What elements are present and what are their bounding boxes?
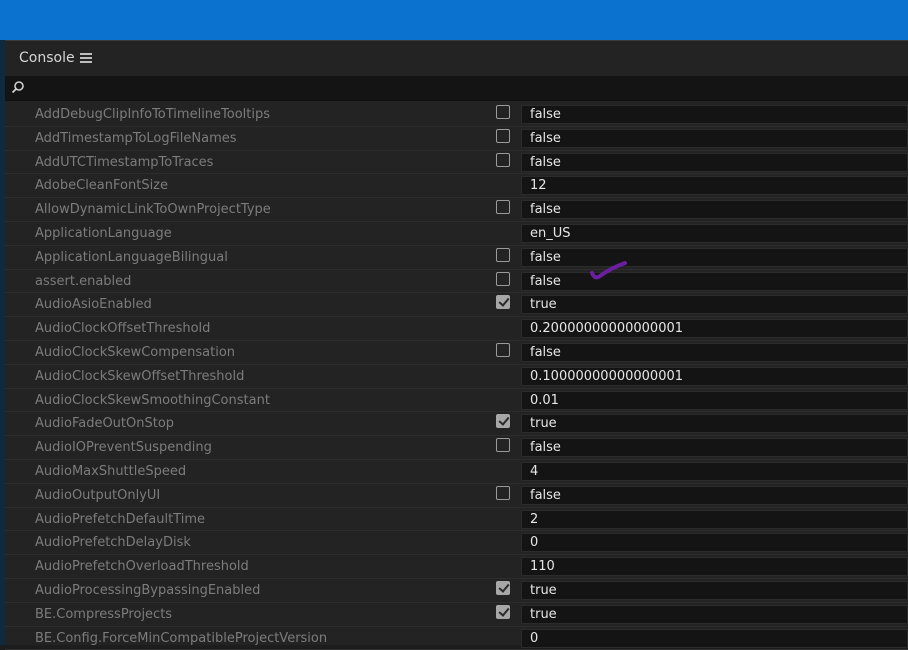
panel-title: Console: [19, 50, 75, 66]
property-row: AudioPrefetchDelayDisk 0: [5, 531, 908, 556]
property-name: AddTimestampToLogFileNames: [35, 130, 237, 146]
property-value-field[interactable]: true: [521, 580, 908, 600]
property-name: AudioClockOffsetThreshold: [35, 321, 211, 337]
property-checkbox[interactable]: [496, 604, 510, 619]
property-name: AddDebugClipInfoToTimelineTooltips: [35, 107, 271, 122]
filter-input[interactable]: [29, 78, 903, 100]
property-row: AudioAsioEnabled true: [5, 293, 908, 318]
property-value-field[interactable]: 12: [521, 176, 908, 196]
property-name: AddUTCTimestampToTraces: [35, 154, 214, 170]
property-value-field[interactable]: false: [521, 152, 908, 172]
property-value-field[interactable]: 0: [521, 533, 908, 553]
property-value-field[interactable]: true: [521, 414, 908, 434]
panel-menu-icon[interactable]: [80, 51, 92, 65]
property-row: AudioPrefetchOverloadThreshold 110: [5, 555, 908, 579]
property-row: ApplicationLanguage en_US: [5, 222, 908, 246]
property-value-field[interactable]: false: [521, 438, 908, 458]
property-name: AudioOutputOnlyUI: [35, 487, 161, 503]
property-value-field[interactable]: 4: [521, 461, 908, 481]
property-name: AudioProcessingBypassingEnabled: [35, 582, 261, 598]
property-row: AddTimestampToLogFileNames false: [5, 127, 908, 151]
property-list: AddDebugClipInfoToTimelineTooltips false A…: [5, 103, 908, 650]
property-value-field[interactable]: false: [521, 271, 908, 291]
property-value-field[interactable]: 0.10000000000000001: [521, 366, 908, 386]
property-row: BE.CompressProjects true: [5, 603, 908, 627]
property-name: assert.enabled: [35, 273, 132, 289]
property-name: AudioClockSkewSmoothingConstant: [35, 392, 270, 408]
property-row: AudioProcessingBypassingEnabled true: [5, 579, 908, 603]
property-value-field[interactable]: 2: [521, 509, 908, 529]
property-row: AddUTCTimestampToTraces false: [5, 151, 908, 175]
property-name: BE.CompressProjects: [35, 606, 173, 622]
property-row: AudioClockSkewOffsetThreshold 0.100000000…: [5, 365, 908, 389]
property-checkbox[interactable]: [496, 105, 510, 119]
property-checkbox[interactable]: [496, 342, 510, 357]
property-row: AudioOutputOnlyUI false: [5, 484, 908, 508]
property-checkbox[interactable]: [496, 438, 510, 453]
property-value-field[interactable]: 0.01: [521, 390, 908, 410]
property-name: AudioPrefetchOverloadThreshold: [35, 559, 249, 575]
property-checkbox[interactable]: [496, 295, 510, 310]
property-checkbox[interactable]: [496, 128, 510, 143]
property-row: assert.enabled false: [5, 270, 908, 294]
property-name: AudioAsioEnabled: [35, 297, 152, 313]
panel-header: Console: [5, 40, 908, 76]
property-row: AudioPrefetchDefaultTime 2: [5, 508, 908, 532]
property-name: ApplicationLanguageBilingual: [35, 249, 228, 265]
property-checkbox[interactable]: [496, 247, 510, 262]
property-checkbox[interactable]: [496, 152, 510, 167]
property-checkbox[interactable]: [496, 271, 510, 286]
property-name: AudioIOPreventSuspending: [35, 440, 212, 456]
property-name: AudioPrefetchDefaultTime: [35, 511, 205, 527]
property-row: AudioIOPreventSuspending false: [5, 436, 908, 460]
property-name: AudioClockSkewCompensation: [35, 344, 236, 360]
property-checkbox[interactable]: [496, 485, 510, 500]
property-row: AudioFadeOutOnStop true: [5, 412, 908, 437]
property-value-field[interactable]: 110: [521, 557, 908, 577]
property-name: AudioFadeOutOnStop: [35, 416, 175, 432]
window-title-bar: [0, 0, 908, 40]
search-icon: [11, 81, 24, 94]
property-value-field[interactable]: true: [521, 604, 908, 624]
property-value-field[interactable]: false: [521, 128, 908, 148]
property-row: ApplicationLanguageBilingual false: [5, 246, 908, 270]
property-name: ApplicationLanguage: [35, 225, 172, 241]
property-row: AddDebugClipInfoToTimelineTooltips false: [5, 103, 908, 127]
property-row: AudioClockSkewCompensation false: [5, 341, 908, 365]
console-panel: Console AddDebugClipInfoToTimelineToolti…: [5, 40, 908, 650]
property-name: BE.Config.ForceMinCompatibleProjectVersi…: [35, 630, 328, 646]
property-value-field[interactable]: 0.20000000000000001: [521, 319, 908, 339]
property-name: AudioMaxShuttleSpeed: [35, 463, 187, 479]
property-row: AudioClockSkewSmoothingConstant 0.01: [5, 389, 908, 413]
property-value-field[interactable]: false: [521, 247, 908, 267]
property-name: AudioClockSkewOffsetThreshold: [35, 368, 245, 384]
property-value-field[interactable]: en_US: [521, 223, 908, 243]
property-checkbox[interactable]: [496, 414, 510, 429]
property-checkbox[interactable]: [496, 200, 510, 215]
property-row: AdobeCleanFontSize 12: [5, 174, 908, 199]
property-row: AudioMaxShuttleSpeed 4: [5, 460, 908, 484]
property-name: AdobeCleanFontSize: [35, 178, 169, 194]
property-value-field[interactable]: false: [521, 200, 908, 220]
property-row: AllowDynamicLinkToOwnProjectType false: [5, 198, 908, 222]
property-name: AllowDynamicLinkToOwnProjectType: [35, 202, 271, 218]
property-value-field[interactable]: true: [521, 295, 908, 315]
filter-bar: [5, 76, 908, 101]
property-value-field[interactable]: false: [521, 105, 908, 124]
property-row: AudioClockOffsetThreshold 0.2000000000000…: [5, 317, 908, 341]
property-name: AudioPrefetchDelayDisk: [35, 535, 191, 551]
property-value-field[interactable]: false: [521, 342, 908, 362]
property-row: BE.Config.ForceMinCompatibleProjectVersi…: [5, 627, 908, 650]
property-checkbox[interactable]: [496, 580, 510, 595]
property-value-field[interactable]: false: [521, 485, 908, 505]
